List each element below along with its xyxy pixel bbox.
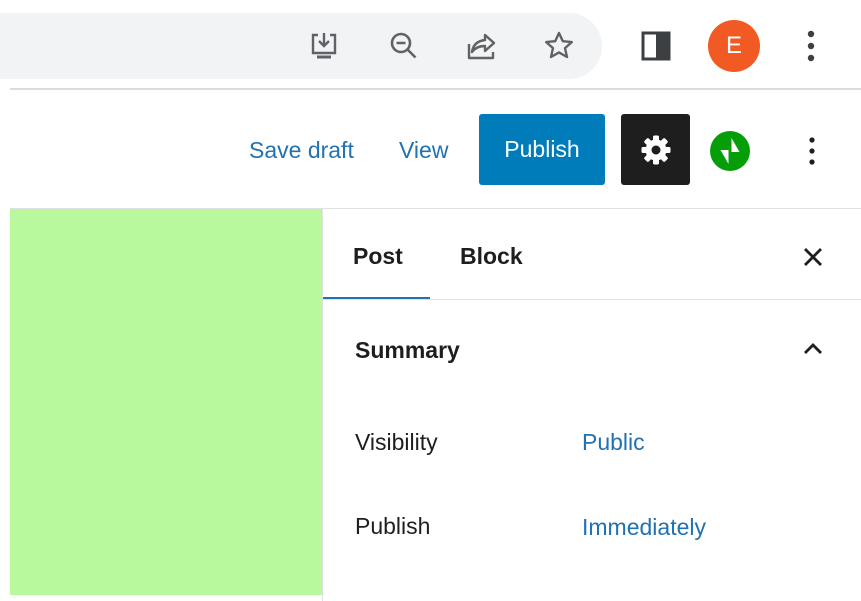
view-button[interactable]: View xyxy=(399,137,448,164)
chrome-menu-icon[interactable] xyxy=(791,26,831,66)
more-vertical-icon xyxy=(809,137,815,165)
summary-panel-toggle[interactable] xyxy=(793,329,833,369)
visibility-value-button[interactable]: Public xyxy=(582,429,645,456)
editor-canvas[interactable] xyxy=(10,209,322,595)
settings-button[interactable] xyxy=(621,114,690,185)
publish-date-button[interactable]: Immediately xyxy=(582,514,706,541)
profile-avatar[interactable]: E xyxy=(708,20,760,72)
more-options-button[interactable] xyxy=(792,131,832,171)
jetpack-button[interactable] xyxy=(710,131,750,171)
share-icon[interactable] xyxy=(462,26,502,66)
editor-header: Save draft View Publish xyxy=(0,90,861,208)
visibility-label: Visibility xyxy=(355,429,438,455)
close-icon xyxy=(804,248,822,266)
summary-panel-title[interactable]: Summary xyxy=(355,337,460,364)
settings-sidebar: Post Block Summary Visibility Public Pub… xyxy=(322,209,861,601)
tab-post[interactable]: Post xyxy=(353,243,403,270)
profile-initial: E xyxy=(725,32,742,59)
chevron-up-icon xyxy=(804,343,822,354)
jetpack-icon xyxy=(720,138,740,164)
side-panel-icon[interactable] xyxy=(636,26,676,66)
publish-button-label: Publish xyxy=(504,136,580,162)
publish-date-label: Publish xyxy=(355,513,431,539)
bookmark-star-icon[interactable] xyxy=(539,26,579,66)
gear-icon xyxy=(641,135,670,164)
save-draft-button[interactable]: Save draft xyxy=(249,137,354,164)
tab-block[interactable]: Block xyxy=(460,243,523,270)
install-app-icon[interactable] xyxy=(304,26,344,66)
publish-button[interactable]: Publish xyxy=(479,114,605,185)
browser-toolbar: E xyxy=(0,0,861,88)
close-sidebar-button[interactable] xyxy=(793,237,833,277)
address-bar[interactable] xyxy=(0,13,602,79)
zoom-out-icon[interactable] xyxy=(384,26,424,66)
tabs-divider xyxy=(323,299,861,300)
